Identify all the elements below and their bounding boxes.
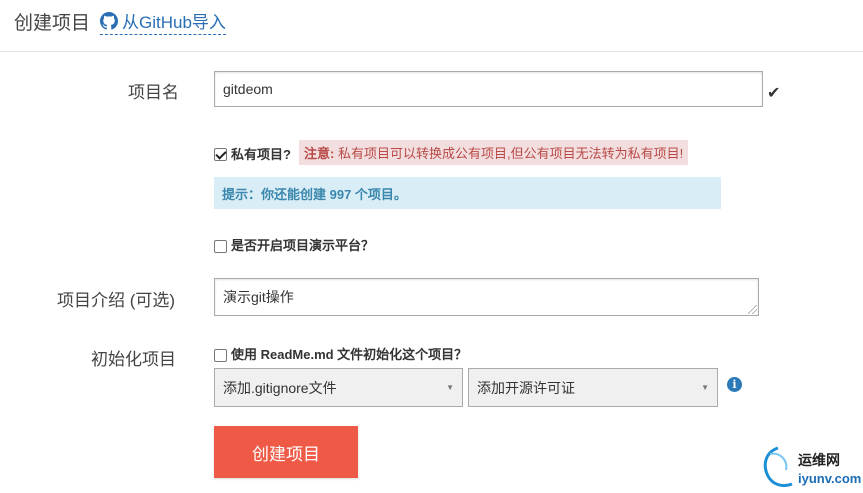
license-select[interactable]: 添加开源许可证 ▼: [468, 368, 718, 407]
create-project-button[interactable]: 创建项目: [214, 426, 358, 478]
private-checkbox[interactable]: [214, 148, 227, 161]
info-icon[interactable]: i: [727, 377, 742, 392]
page-title: 创建项目: [14, 13, 91, 34]
private-label: 私有项目?: [231, 147, 291, 162]
watermark-domain: iyunv.com: [798, 471, 862, 486]
description-value: 演示git操作: [223, 289, 294, 305]
demo-platform-checkbox[interactable]: [214, 240, 227, 253]
gitignore-select[interactable]: 添加.gitignore文件 ▼: [214, 368, 463, 407]
init-label: 初始化项目: [91, 350, 176, 369]
readme-checkbox[interactable]: [214, 349, 227, 362]
github-link-label: 从GitHub导入: [122, 13, 226, 32]
project-name-input[interactable]: gitdeom: [214, 71, 763, 107]
caret-down-icon: ▼: [701, 383, 709, 392]
demo-platform-label: 是否开启项目演示平台？: [231, 238, 375, 253]
resize-grip-icon[interactable]: [748, 305, 757, 314]
gitignore-select-value: 添加.gitignore文件: [223, 379, 337, 396]
warning-text: 私有项目可以转换成公有项目,但公有项目无法转为私有项目!: [337, 146, 684, 161]
checkmark-icon: ✔: [767, 85, 781, 102]
project-name-label: 项目名: [128, 83, 179, 102]
description-textarea[interactable]: 演示git操作: [214, 278, 759, 316]
watermark-logo: 运维网 iyunv.com: [752, 442, 862, 492]
license-select-value: 添加开源许可证: [477, 379, 575, 396]
watermark-name: 运维网: [798, 452, 840, 468]
page-header: 创建项目 从GitHub导入: [0, 0, 863, 52]
caret-down-icon: ▼: [446, 383, 454, 392]
warning-prefix: 注意:: [304, 146, 335, 161]
description-label: 项目介绍 (可选): [57, 291, 176, 310]
github-icon: [100, 11, 118, 30]
import-from-github-link[interactable]: 从GitHub导入: [100, 8, 226, 35]
private-warning: 注意: 私有项目可以转换成公有项目,但公有项目无法转为私有项目!: [299, 140, 689, 165]
watermark-swirl-icon: [763, 446, 793, 488]
readme-label: 使用 ReadMe.md 文件初始化这个项目？: [231, 347, 468, 362]
quota-tip: 提示：你还能创建 997 个项目。: [214, 177, 721, 209]
